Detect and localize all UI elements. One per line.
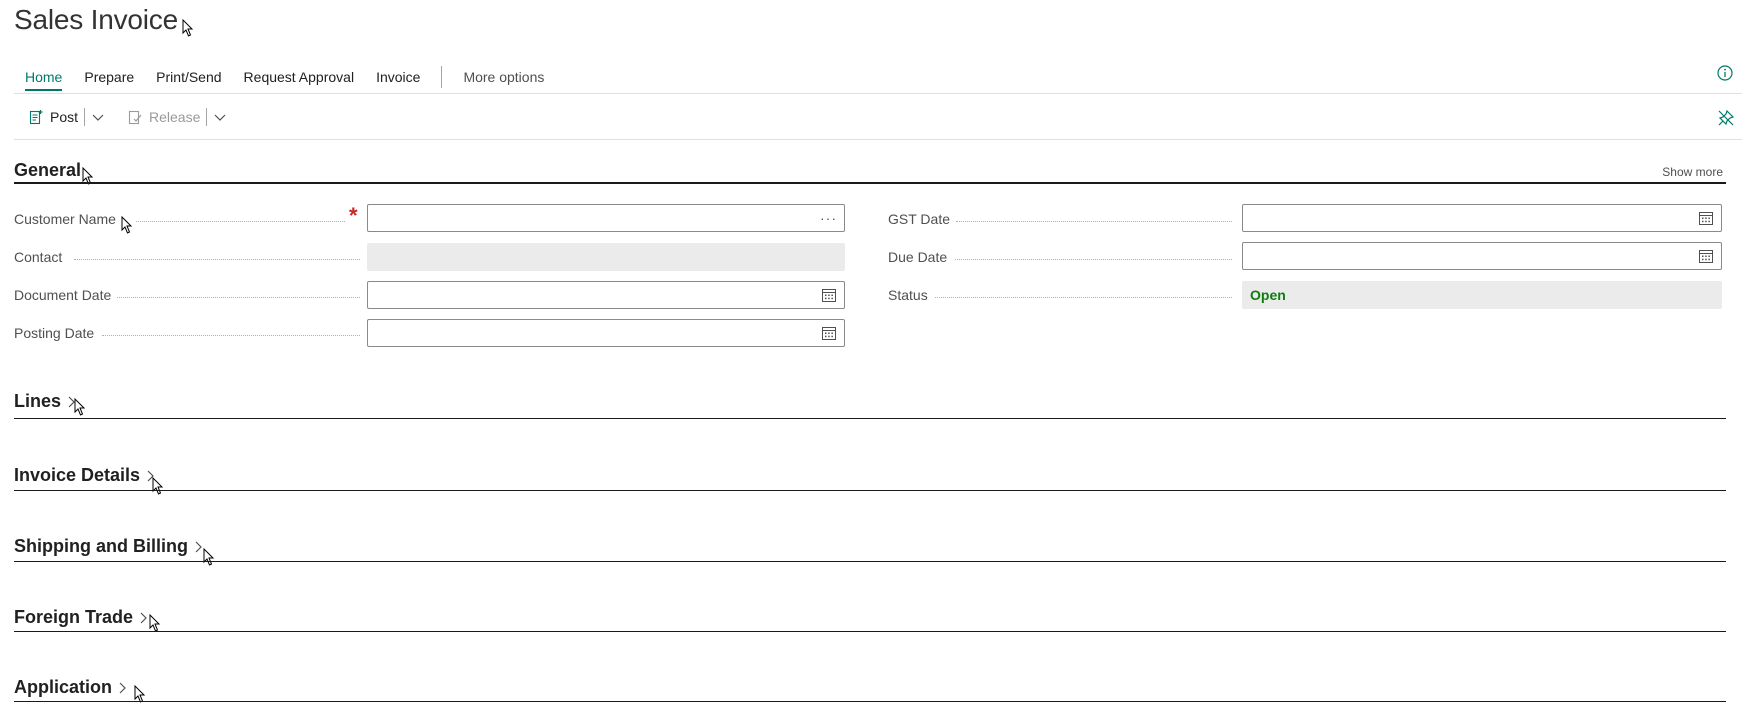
document-date-label: Document Date [14, 287, 112, 303]
mouse-cursor-icon [152, 477, 164, 495]
field-leader [935, 296, 1232, 298]
status-field: Open [1242, 281, 1722, 309]
mouse-cursor-icon [74, 398, 86, 416]
lookup-ellipsis-icon[interactable]: ··· [820, 210, 837, 226]
customer-name-input[interactable]: ··· [367, 204, 845, 232]
section-shipping-billing-rule [14, 561, 1726, 562]
section-foreign-trade-title: Foreign Trade [14, 607, 134, 627]
contact-field [367, 243, 845, 271]
tabs-divider [14, 93, 1742, 94]
chevron-right-icon [119, 682, 126, 693]
info-icon[interactable] [1717, 65, 1733, 81]
chevron-down-icon[interactable] [91, 110, 105, 124]
section-invoice-details-title: Invoice Details [14, 465, 141, 485]
posting-date-input[interactable] [367, 319, 845, 347]
section-general-rule [14, 182, 1726, 184]
action-tabs: Home Prepare Print/Send Request Approval… [25, 66, 566, 91]
required-indicator: * [349, 203, 358, 228]
contact-label: Contact [14, 249, 63, 265]
status-label: Status [888, 287, 928, 303]
due-date-label: Due Date [888, 249, 948, 265]
section-application-header[interactable]: Application [14, 677, 128, 698]
gst-date-label: GST Date [888, 211, 950, 227]
post-button[interactable]: Post [28, 109, 78, 125]
section-general-header[interactable]: General [14, 160, 81, 181]
tab-invoice[interactable]: Invoice [376, 69, 420, 85]
section-application-title: Application [14, 677, 112, 697]
pin-icon[interactable] [1717, 109, 1735, 127]
section-lines-rule [14, 418, 1726, 419]
document-date-input[interactable] [367, 281, 845, 309]
tab-divider [441, 66, 443, 88]
action-bar: Post Release [28, 108, 227, 126]
calendar-icon[interactable] [821, 287, 837, 303]
status-value: Open [1250, 287, 1286, 303]
section-application-rule [14, 701, 1726, 702]
release-label: Release [149, 109, 201, 125]
posting-date-label: Posting Date [14, 325, 95, 341]
calendar-icon[interactable] [1698, 210, 1714, 226]
field-leader [136, 220, 345, 222]
field-leader [955, 258, 1232, 260]
field-leader [102, 334, 360, 336]
customer-name-label: Customer Name [14, 211, 116, 227]
section-foreign-trade-rule [14, 631, 1726, 632]
section-general-title: General [14, 160, 82, 180]
gst-date-input[interactable] [1242, 204, 1722, 232]
mouse-cursor-icon [182, 19, 194, 37]
section-shipping-billing-title: Shipping and Billing [14, 536, 188, 556]
page-title: Sales Invoice [14, 4, 178, 35]
action-bar-divider [14, 139, 1742, 140]
section-foreign-trade-header[interactable]: Foreign Trade [14, 607, 149, 628]
action-divider [206, 108, 208, 126]
calendar-icon[interactable] [1698, 248, 1714, 264]
tab-home[interactable]: Home [25, 69, 63, 91]
release-icon [128, 110, 142, 125]
section-lines-title: Lines [14, 391, 62, 411]
section-shipping-billing-header[interactable]: Shipping and Billing [14, 536, 204, 557]
field-leader [956, 220, 1232, 222]
tab-print-send[interactable]: Print/Send [156, 69, 221, 85]
due-date-input[interactable] [1242, 242, 1722, 270]
mouse-cursor-icon [149, 614, 161, 632]
section-invoice-details-header[interactable]: Invoice Details [14, 465, 156, 486]
field-leader [74, 258, 360, 260]
field-leader [117, 296, 360, 298]
section-invoice-details-rule [14, 490, 1726, 491]
mouse-cursor-icon [203, 548, 215, 566]
chevron-right-icon [140, 612, 147, 623]
release-button[interactable]: Release [127, 109, 200, 125]
tab-prepare[interactable]: Prepare [84, 69, 134, 85]
show-more-link[interactable]: Show more [1662, 165, 1723, 179]
calendar-icon[interactable] [821, 325, 837, 341]
tab-more-options[interactable]: More options [463, 69, 544, 85]
section-lines-header[interactable]: Lines [14, 391, 77, 412]
post-icon [29, 110, 43, 125]
mouse-cursor-icon [121, 216, 133, 234]
tab-request-approval[interactable]: Request Approval [244, 69, 355, 85]
action-divider [84, 108, 86, 126]
chevron-down-icon[interactable] [213, 110, 227, 124]
post-label: Post [50, 109, 79, 125]
